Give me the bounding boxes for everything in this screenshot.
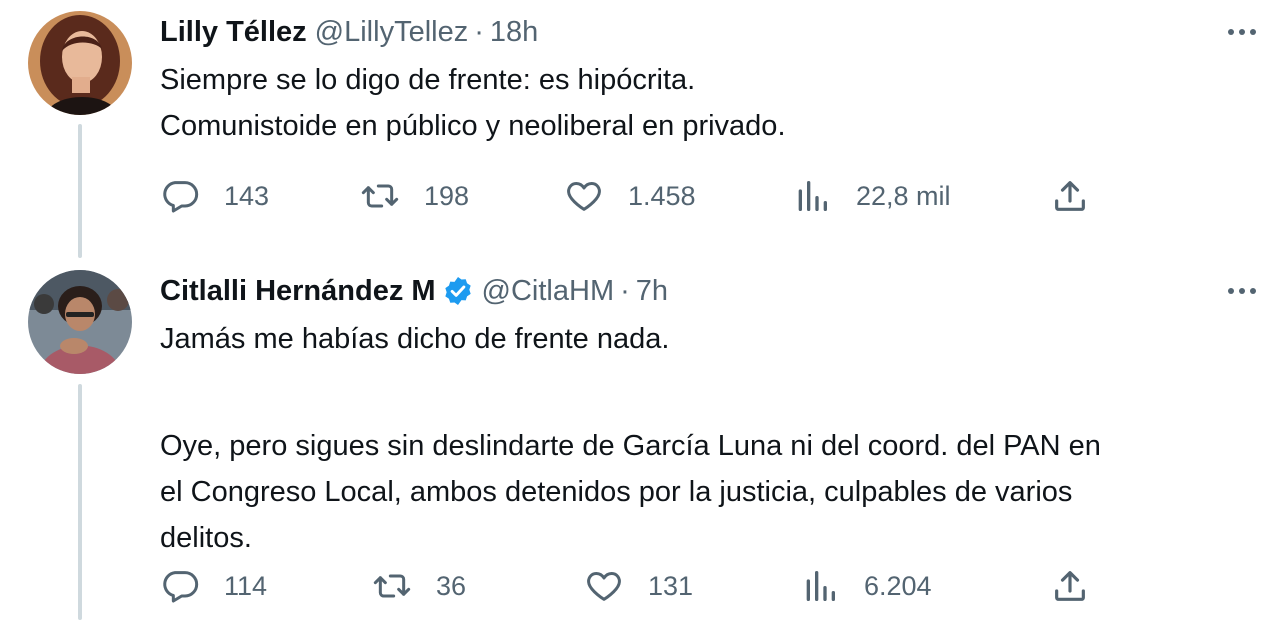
display-name[interactable]: Citlalli Hernández M — [160, 275, 436, 308]
reply-count: 114 — [224, 570, 268, 601]
separator-dot: · — [620, 274, 630, 307]
reply-icon — [163, 571, 199, 603]
share-button[interactable] — [1050, 176, 1090, 216]
retweet-button[interactable]: 36 — [372, 566, 466, 606]
like-count: 131 — [648, 570, 694, 601]
tweet-1-actions: 143 198 1.458 22,8 mil — [160, 176, 1100, 216]
thread-line-bottom — [78, 384, 82, 620]
views-count: 6.204 — [864, 570, 932, 601]
timestamp[interactable]: 18h — [490, 16, 538, 49]
avatar-citlalli-image — [28, 270, 132, 374]
reply-button[interactable]: 143 — [160, 176, 269, 216]
retweet-icon — [373, 574, 411, 598]
avatar-lilly-image — [28, 11, 132, 115]
like-count: 1.458 — [628, 180, 696, 211]
thread-line-top — [78, 124, 82, 258]
verified-badge-icon[interactable] — [442, 275, 474, 307]
tweet-text-line: delitos. — [160, 522, 252, 554]
reply-count: 143 — [224, 180, 270, 211]
reply-icon — [163, 181, 199, 213]
retweet-icon — [361, 184, 399, 208]
display-name[interactable]: Lilly Téllez — [160, 16, 307, 49]
retweet-count: 198 — [424, 180, 470, 211]
like-button[interactable]: 1.458 — [564, 176, 696, 216]
reply-button[interactable]: 114 — [160, 566, 267, 606]
avatar-lilly[interactable] — [28, 11, 132, 115]
views-button[interactable]: 22,8 mil — [792, 176, 951, 216]
views-icon — [806, 571, 835, 601]
tweet-text-line: Comunistoide en público y neoliberal en … — [160, 110, 786, 142]
timestamp[interactable]: 7h — [636, 275, 668, 308]
views-icon — [798, 181, 827, 211]
tweet-2-text: Jamás me habías dicho de frente nada. Oy… — [160, 316, 1260, 561]
handle[interactable]: @LillyTellez — [315, 16, 469, 49]
retweet-button[interactable]: 198 — [360, 176, 469, 216]
like-icon — [587, 572, 621, 601]
views-count: 22,8 mil — [856, 180, 951, 211]
handle[interactable]: @CitlaHM — [482, 275, 615, 308]
avatar-citlalli[interactable] — [28, 270, 132, 374]
tweet-2-actions: 114 36 131 6.204 — [160, 566, 1100, 606]
tweet-text-line: Oye, pero sigues sin deslindarte de Garc… — [160, 430, 1101, 462]
tweet-text-line: Siempre se lo digo de frente: es hipócri… — [160, 64, 696, 96]
share-icon — [1055, 181, 1085, 211]
tweet-text-line: el Congreso Local, ambos detenidos por l… — [160, 476, 1073, 508]
tweet-1-text: Siempre se lo digo de frente: es hipócri… — [160, 57, 1260, 149]
like-button[interactable]: 131 — [584, 566, 693, 606]
separator-dot: · — [474, 15, 484, 48]
share-icon — [1055, 571, 1085, 601]
like-icon — [567, 182, 601, 211]
tweet-2-header: Citlalli Hernández M @CitlaHM · 7h — [160, 271, 668, 311]
share-button[interactable] — [1050, 566, 1090, 606]
tweet-1-header: Lilly Téllez @LillyTellez · 18h — [160, 12, 538, 52]
retweet-count: 36 — [436, 570, 467, 601]
more-icon[interactable] — [1222, 279, 1262, 303]
views-button[interactable]: 6.204 — [800, 566, 932, 606]
more-icon[interactable] — [1222, 20, 1262, 44]
tweet-text-line: Jamás me habías dicho de frente nada. — [160, 323, 670, 355]
